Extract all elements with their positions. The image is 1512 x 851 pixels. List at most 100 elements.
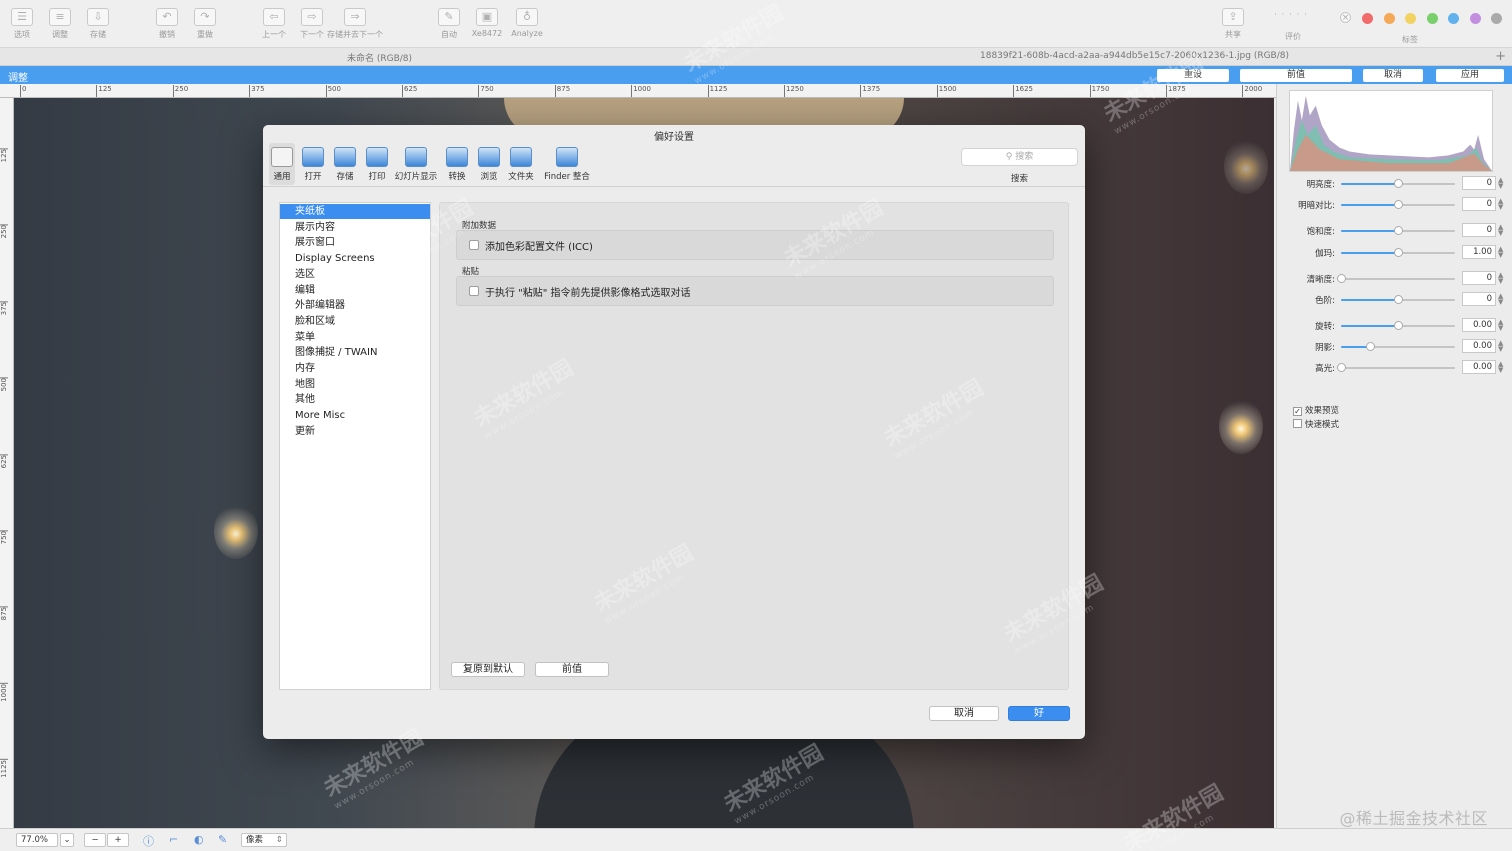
share-button[interactable]: ⇪ 共享 [1216, 8, 1250, 40]
stepper-icon[interactable]: ▲ ▼ [1498, 340, 1503, 353]
toolbar-button-2[interactable]: ⇩ 存储 [81, 8, 115, 40]
slider-value-field[interactable]: 0 [1462, 197, 1496, 211]
category-item[interactable]: Display Screens [280, 251, 430, 266]
zoom-dropdown-icon[interactable]: ⌄ [60, 833, 74, 847]
toolbar-button-6[interactable]: ⇨ 下一个 [295, 8, 329, 40]
stepper-icon[interactable]: ▲ ▼ [1498, 224, 1503, 237]
color-tag-icon[interactable] [1491, 13, 1502, 24]
toolbar-button-4[interactable]: ↷ 重做 [188, 8, 222, 40]
stepper-icon[interactable]: ▲ ▼ [1498, 319, 1503, 332]
category-item[interactable]: 图像捕捉 / TWAIN [280, 345, 430, 360]
toolbar-button-10[interactable]: ♁ Analyze [510, 8, 544, 38]
stepper-icon[interactable]: ▲ ▼ [1498, 361, 1503, 374]
add-tab-icon[interactable]: + [1495, 49, 1506, 64]
fast-mode-checkbox[interactable]: 快速模式 [1293, 418, 1339, 430]
zoom-in-icon[interactable]: + [107, 833, 129, 847]
toolbar-button-3[interactable]: ↶ 撤销 [150, 8, 184, 40]
toolbar-button-0[interactable]: ☰ 选项 [5, 8, 39, 40]
previous-button[interactable]: 前值 [535, 662, 609, 677]
stepper-icon[interactable]: ▲ ▼ [1498, 293, 1503, 306]
search-input[interactable]: ⚲ 搜索 [961, 148, 1078, 166]
doc-title-left[interactable]: 未命名 (RGB/8) [347, 51, 412, 64]
slider-track[interactable] [1341, 321, 1455, 330]
slider-value-field[interactable]: 0.00 [1462, 318, 1496, 332]
color-icon[interactable]: ◐ [194, 833, 204, 846]
toolbar-button-8[interactable]: ✎ 自动 [432, 8, 466, 40]
slider-track[interactable] [1341, 295, 1455, 304]
slider-value-field[interactable]: 1.00 [1462, 245, 1496, 259]
color-tag-icon[interactable] [1426, 13, 1438, 24]
rating-dots[interactable]: ····· [1258, 10, 1328, 19]
stepper-icon[interactable]: ▲ ▼ [1498, 198, 1503, 211]
slider-value-field[interactable]: 0 [1462, 271, 1496, 285]
fast-mode-check-box[interactable] [1293, 419, 1302, 428]
category-item[interactable]: 更新 [280, 424, 430, 439]
slider-value-field[interactable]: 0 [1462, 292, 1496, 306]
stepper-icon[interactable]: ▲ ▼ [1498, 177, 1503, 190]
category-item[interactable]: 外部编辑器 [280, 298, 430, 313]
slider-track[interactable] [1341, 342, 1455, 351]
toolbar-button-9[interactable]: ▣ Xe8472 [470, 8, 504, 38]
category-item[interactable]: 地图 [280, 377, 430, 392]
restore-defaults-button[interactable]: 复原到默认 [451, 662, 525, 677]
slider-value-field[interactable]: 0 [1462, 223, 1496, 237]
color-tag-icon[interactable] [1448, 13, 1459, 24]
category-item[interactable]: 内存 [280, 361, 430, 376]
apply-button[interactable]: 应用 [1436, 69, 1504, 82]
slider-knob[interactable] [1365, 342, 1375, 351]
slider-knob[interactable] [1337, 363, 1346, 372]
ok-button[interactable]: 好 [1008, 706, 1070, 721]
toolbar-button-1[interactable]: ≡ 调整 [43, 8, 77, 40]
slider-knob[interactable] [1394, 321, 1403, 330]
slider-knob[interactable] [1394, 226, 1403, 235]
category-item[interactable]: 其他 [280, 392, 430, 407]
slider-track[interactable] [1337, 363, 1455, 372]
category-item[interactable]: 选区 [280, 267, 430, 282]
tab-convert[interactable]: 转换 [443, 143, 471, 185]
category-item[interactable]: 夹纸板 [280, 204, 430, 219]
category-item[interactable]: 展示窗口 [280, 235, 430, 250]
toolbar-button-7[interactable]: ⇒ 存储并去下一个 [327, 8, 383, 40]
preview-checkbox[interactable]: ✓ 效果预览 [1293, 404, 1339, 416]
slider-track[interactable] [1341, 248, 1455, 257]
icc-checkbox-label[interactable]: 添加色彩配置文件 (ICC) [485, 238, 593, 253]
color-tag-icon[interactable] [1362, 13, 1373, 24]
unit-select[interactable]: 像素 ⇕ [241, 833, 287, 847]
slider-value-field[interactable]: 0.00 [1462, 339, 1496, 353]
slider-track[interactable] [1341, 200, 1455, 209]
tab-slideshow[interactable]: 幻灯片显示 [393, 143, 439, 185]
zoom-field[interactable]: 77.0% [16, 833, 58, 847]
color-tag-icon[interactable] [1383, 13, 1395, 24]
cancel-button[interactable]: 取消 [929, 706, 999, 721]
toolbar-button-5[interactable]: ⇦ 上一个 [257, 8, 291, 40]
category-item[interactable]: 菜单 [280, 330, 430, 345]
category-item[interactable]: 编辑 [280, 283, 430, 298]
paste-checkbox[interactable] [469, 286, 479, 296]
tab-browse[interactable]: 浏览 [475, 143, 503, 185]
stepper-icon[interactable]: ▲ ▼ [1498, 246, 1503, 259]
clear-tag-icon[interactable]: × [1340, 12, 1351, 23]
tab-print[interactable]: 打印 [363, 143, 391, 185]
slider-knob[interactable] [1394, 248, 1403, 257]
tab-finder[interactable]: Finder 整合 [541, 143, 593, 185]
info-icon[interactable]: ⓘ [143, 833, 154, 849]
doc-title-right[interactable]: 18839f21-608b-4acd-a2aa-a944db5e15c7-206… [980, 51, 1289, 61]
icc-checkbox[interactable] [469, 240, 479, 250]
cancel-adjust-button[interactable]: 取消 [1363, 69, 1423, 82]
crop-icon[interactable]: ⌐ [169, 833, 178, 846]
zoom-out-icon[interactable]: − [84, 833, 106, 847]
slider-knob[interactable] [1394, 179, 1403, 188]
category-item[interactable]: More Misc [280, 408, 430, 423]
slider-value-field[interactable]: 0.00 [1462, 360, 1496, 374]
color-tag-icon[interactable] [1405, 13, 1416, 24]
slider-track[interactable] [1337, 274, 1455, 283]
tab-save[interactable]: 存储 [331, 143, 359, 185]
tools-icon[interactable]: ✎ [218, 833, 227, 846]
slider-track[interactable] [1341, 179, 1455, 188]
category-item[interactable]: 脸和区域 [280, 314, 430, 329]
rating-control[interactable]: ····· 评价 [1258, 10, 1328, 42]
color-tag-icon[interactable] [1469, 13, 1481, 24]
tab-open[interactable]: 打开 [299, 143, 327, 185]
tab-folder[interactable]: 文件夹 [507, 143, 535, 185]
slider-track[interactable] [1341, 226, 1455, 235]
